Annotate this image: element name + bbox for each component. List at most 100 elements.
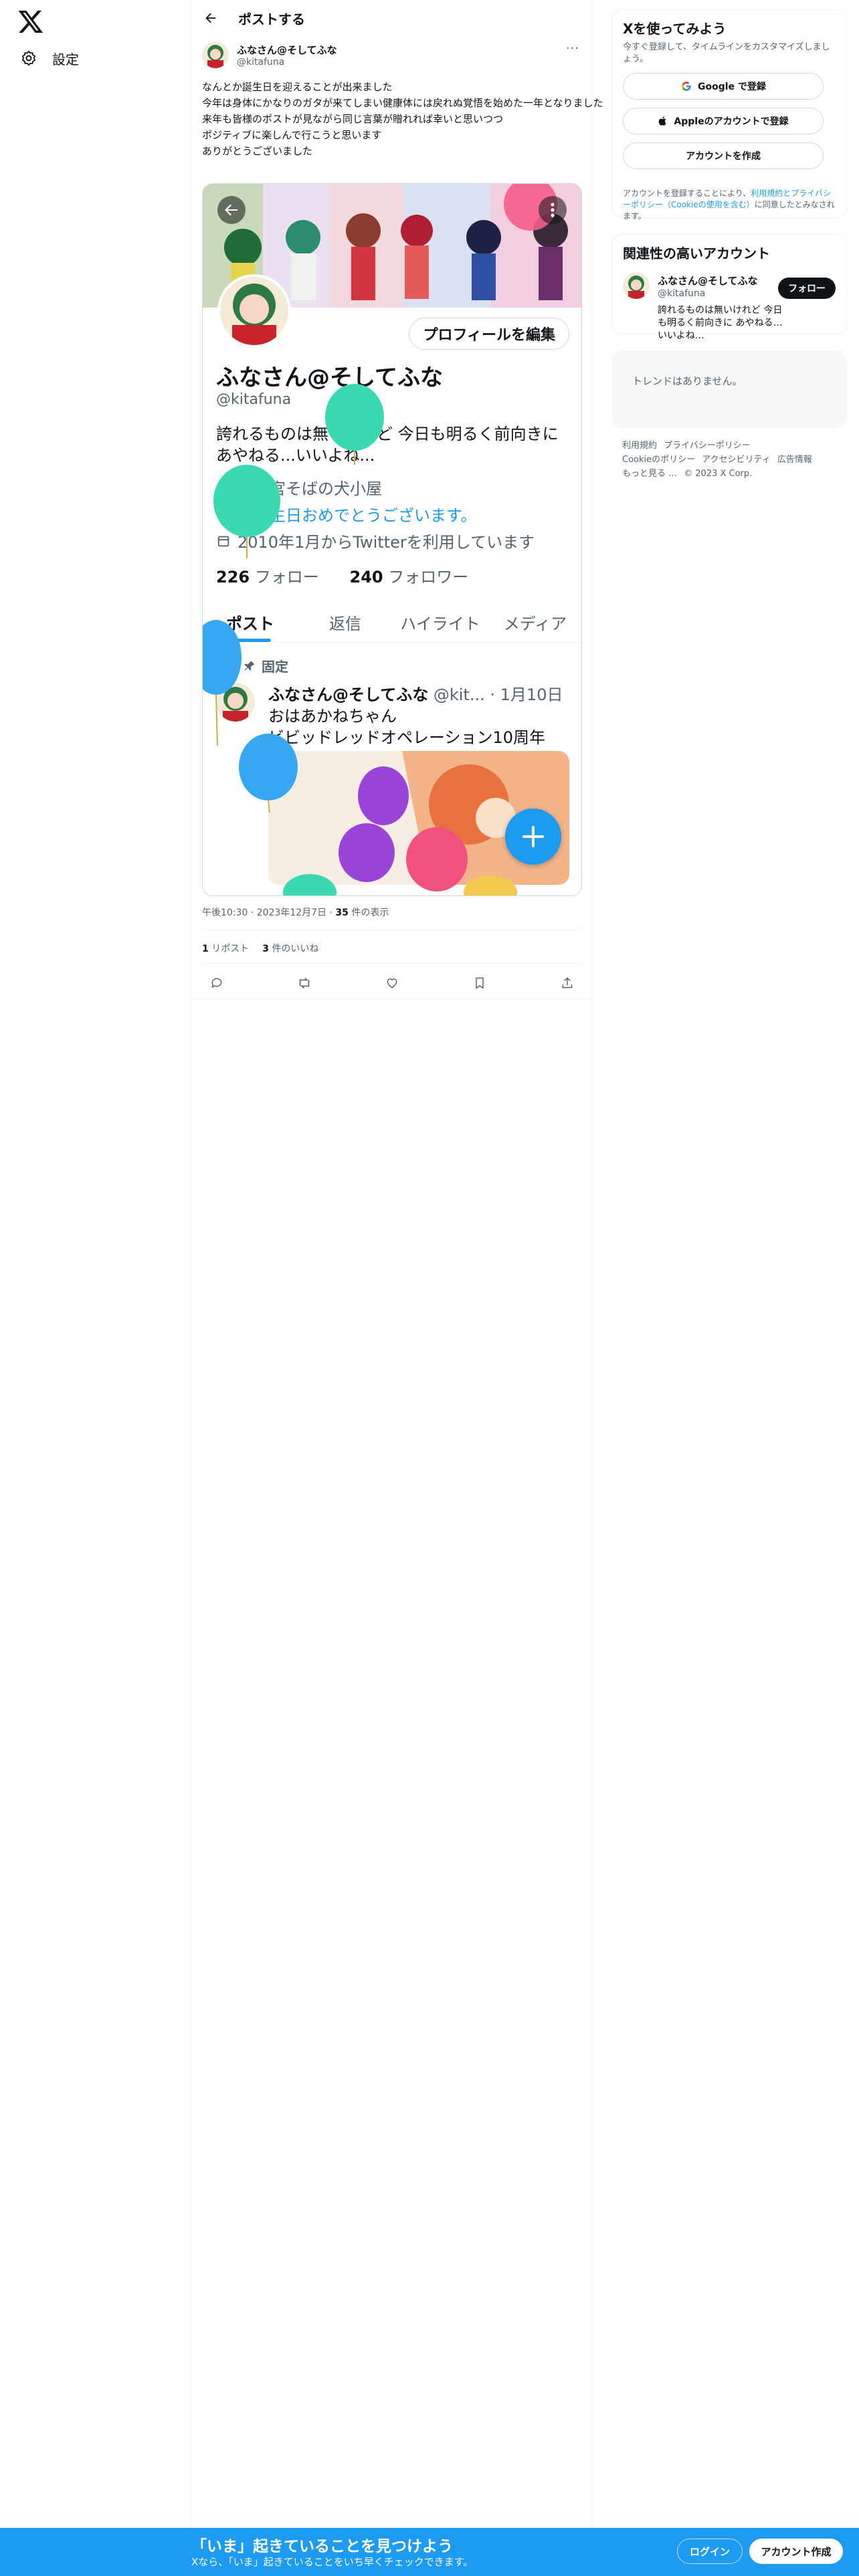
likes-label: 件のいいね <box>268 944 319 954</box>
embed-tab-highlights: ハイライト <box>400 615 480 633</box>
footer-copyright: © 2023 X Corp. <box>684 469 753 479</box>
post-text-line: ありがとうございました <box>202 145 313 157</box>
likes-count: 3 <box>262 944 269 954</box>
bookmark-icon[interactable] <box>470 974 489 992</box>
login-button[interactable]: ログイン <box>677 2539 743 2564</box>
footer-link-cookies[interactable]: Cookieのポリシー <box>622 455 695 465</box>
signup-button[interactable]: アカウント作成 <box>749 2539 843 2564</box>
embed-profile-handle: @kitafuna <box>216 391 292 408</box>
x-logo-icon[interactable] <box>17 8 44 35</box>
embed-tweet-text: ビビッドレッドオペレーション10周年 <box>268 728 546 747</box>
left-navigation: 設定 <box>0 0 191 2576</box>
post-views-count: 35 <box>335 907 349 918</box>
embed-tab-media: メディア <box>503 615 567 633</box>
embed-joined: 2010年1月からTwitterを利用しています <box>216 529 535 552</box>
calendar-icon <box>217 536 229 546</box>
embed-joined-text: 2010年1月からTwitterを利用しています <box>237 533 535 552</box>
avatar[interactable] <box>623 272 650 299</box>
embed-more-icon <box>539 196 567 224</box>
reposts-label: リポスト <box>208 944 250 954</box>
signup-subtitle: 今すぐ登録して、タイムラインをカスタマイズしましょう。 <box>623 42 830 64</box>
embed-following-count: 226 <box>216 568 250 586</box>
footer-links: 利用規約 プライバシーポリシー Cookieのポリシー アクセシビリティ 広告情報 も… <box>622 439 843 481</box>
share-icon[interactable] <box>558 974 577 992</box>
like-icon[interactable] <box>383 974 401 992</box>
footer-link-more[interactable]: もっと見る … <box>622 469 677 479</box>
embed-tab-replies: 返信 <box>329 615 361 633</box>
reposts-count: 1 <box>202 944 209 954</box>
embed-tweet-header: ふなさん@そしてふな @kit... · 1月10日 <box>268 681 563 705</box>
back-arrow-icon[interactable] <box>203 11 218 25</box>
nav-settings[interactable]: 設定 <box>15 44 84 72</box>
post-stats: 1 リポスト 3 件のいいね <box>202 942 318 955</box>
embed-profile-tabs: ポスト 返信 ハイライト メディア <box>203 599 581 643</box>
divider <box>191 999 591 1000</box>
embed-back-button <box>217 196 246 224</box>
divider <box>202 963 582 964</box>
embed-profile-name: ふなさん@そしてふな <box>216 364 443 391</box>
post-image[interactable]: プロフィールを編集 ふなさん@そしてふな @kitafuna 誇れるものは無いけ… <box>202 183 582 896</box>
post-time[interactable]: 午後10:30 · 2023年12月7日 · <box>202 907 335 918</box>
embed-tweet-avatar <box>216 683 255 722</box>
google-signup-button[interactable]: Google で登録 <box>623 73 824 100</box>
likes-stat[interactable]: 3 件のいいね <box>262 942 318 955</box>
embed-followers-label: フォロワー <box>383 568 469 586</box>
post-text: なんとか誕生日を迎えることが出来ました 今年は身体にかなりのガタが来てしまい健康… <box>202 79 603 159</box>
author-handle[interactable]: @kitafuna <box>237 57 284 68</box>
trends-empty-text: トレンドはありません。 <box>632 375 743 387</box>
signup-title: Xを使ってみよう <box>623 21 727 37</box>
page-title: ポストする <box>238 11 305 27</box>
avatar[interactable] <box>202 41 229 68</box>
pin-icon <box>244 661 255 671</box>
post-timestamp: 午後10:30 · 2023年12月7日 · 35 件の表示 <box>202 905 389 919</box>
legal-prefix: アカウントを登録することにより、 <box>623 189 751 198</box>
follow-button[interactable]: フォロー <box>778 278 836 299</box>
author-name[interactable]: ふなさん@そしてふな <box>237 43 337 57</box>
apple-icon <box>659 116 667 126</box>
related-accounts-card: 関連性の高いアカウント ふなさん@そしてふな @kitafuna 誇れるものは無… <box>611 234 847 341</box>
footer-link-accessibility[interactable]: アクセシビリティ <box>702 455 771 465</box>
embed-pinned-label: 固定 <box>262 659 288 675</box>
apple-signup-button[interactable]: Appleのアカウントで登録 <box>623 108 824 134</box>
embed-birthday: お誕生日おめでとうございます。 <box>216 502 477 526</box>
related-account-name[interactable]: ふなさん@そしてふな <box>658 274 758 288</box>
embed-profile-avatar <box>217 274 291 348</box>
footer-link-ads[interactable]: 広告情報 <box>777 455 812 465</box>
reposts-stat[interactable]: 1 リポスト <box>202 942 249 955</box>
google-signup-label: Google で登録 <box>698 82 766 92</box>
embed-profile-bio: 誇れるものは無いけれど 今日も明るく前向きに あやねる...いいよね... <box>216 423 559 466</box>
embed-bio-line: あやねる...いいよね... <box>216 446 375 465</box>
embed-pinned: 固定 <box>243 656 288 675</box>
trends-card: トレンドはありません。 <box>611 350 847 428</box>
footer-link-terms[interactable]: 利用規約 <box>622 441 657 451</box>
embed-location: 八幡宮そばの犬小屋 <box>216 475 382 499</box>
signup-bottom-bar: 「いま」起きていることを見つけよう Xなら、「いま」起きていることをいち早くチェ… <box>0 2528 859 2576</box>
embed-compose-fab <box>505 809 561 865</box>
embed-birthday-link: お誕生日おめでとうございます。 <box>237 506 477 525</box>
footer-link-privacy[interactable]: プライバシーポリシー <box>664 441 751 451</box>
embed-bio-line: 誇れるものは無いけれど 今日も明るく前向きに <box>216 425 559 443</box>
embed-location-text: 八幡宮そばの犬小屋 <box>237 479 382 498</box>
post-author: ふなさん@そしてふな @kitafuna ··· <box>202 41 582 74</box>
signup-card: Xを使ってみよう 今すぐ登録して、タイムラインをカスタマイズしましょう。 Goo… <box>611 9 847 221</box>
related-account-handle[interactable]: @kitafuna <box>658 288 705 299</box>
main-column: ポストする ふなさん@そしてふな @kitafuna ··· なんとか誕生日を迎… <box>191 0 603 2528</box>
post-views-label: 件の表示 <box>348 907 389 918</box>
balloon-icon <box>219 507 228 520</box>
post-text-line: ポジティブに楽しんで行こうと思います <box>202 129 382 141</box>
related-account-bio: 誇れるものは無いけれど 今日も明るく前向きに あやねる…いいよね… <box>658 305 783 341</box>
embed-tab-posts: ポスト <box>203 599 298 642</box>
page-header: ポストする <box>191 0 591 36</box>
embed-followers-count: 240 <box>349 568 383 586</box>
reply-icon[interactable] <box>207 974 226 992</box>
apple-signup-label: Appleのアカウントで登録 <box>674 116 789 127</box>
more-options-icon[interactable]: ··· <box>566 41 579 56</box>
related-title: 関連性の高いアカウント <box>623 245 770 261</box>
gear-icon <box>21 50 36 66</box>
embed-following-label: フォロー <box>250 568 319 586</box>
create-account-button[interactable]: アカウントを作成 <box>623 142 824 169</box>
repost-icon[interactable] <box>295 974 314 992</box>
nav-settings-label: 設定 <box>52 51 79 68</box>
bottom-bar-title: 「いま」起きていることを見つけよう <box>191 2538 453 2555</box>
embed-follow-counts: 226 フォロー 240 フォロワー <box>216 564 468 587</box>
